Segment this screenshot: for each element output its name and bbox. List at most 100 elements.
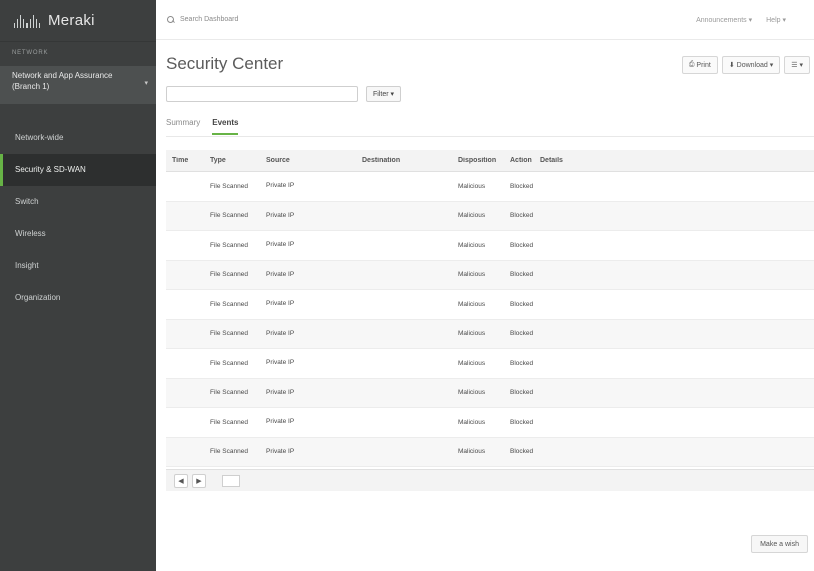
more-button[interactable]: ☰ ▾ bbox=[784, 56, 810, 74]
logo[interactable]: Meraki bbox=[0, 0, 156, 42]
event-source: Private IP bbox=[266, 241, 295, 249]
sidebar-item-security-sd-wan[interactable]: Security & SD-WAN bbox=[0, 154, 156, 186]
rows-per-page-select[interactable] bbox=[222, 474, 240, 487]
announcements-menu[interactable]: Announcements ▾ bbox=[696, 16, 752, 24]
menu-icon: ☰ bbox=[791, 62, 798, 69]
event-action: Blocked bbox=[510, 418, 534, 426]
column-header-source[interactable]: Source bbox=[260, 157, 356, 165]
chevron-right-icon: ▶ bbox=[196, 477, 202, 485]
network-name: Network and App Assurance (Branch 1) bbox=[12, 71, 113, 91]
column-header-action[interactable]: Action bbox=[504, 157, 534, 164]
event-disposition: Malicious bbox=[458, 418, 486, 426]
event-disposition: Malicious bbox=[458, 359, 486, 367]
sidebar-item-switch[interactable]: Switch bbox=[0, 186, 156, 218]
event-source: Private IP bbox=[266, 270, 295, 278]
tabs: Summary Events bbox=[166, 118, 239, 135]
event-action: Blocked bbox=[510, 241, 534, 249]
event-source: Private IP bbox=[266, 329, 295, 337]
next-page-button[interactable]: ▶ bbox=[192, 473, 206, 488]
events-search-input[interactable] bbox=[166, 86, 358, 102]
event-source: Private IP bbox=[266, 447, 295, 455]
event-type: File Scanned bbox=[210, 389, 248, 397]
table-header: Time Type Source Destination Disposition… bbox=[166, 150, 814, 172]
event-disposition: Malicious bbox=[458, 271, 486, 279]
tabs-divider bbox=[166, 136, 814, 137]
rows-per-page bbox=[222, 474, 244, 487]
table-row[interactable]: File Scanned Private IP Malicious Blocked bbox=[166, 408, 814, 438]
network-section-label: NETWORK bbox=[12, 50, 49, 56]
column-header-disposition[interactable]: Disposition bbox=[452, 157, 504, 164]
event-source: Private IP bbox=[266, 211, 295, 219]
download-button[interactable]: ⬇ Download ▾ bbox=[721, 56, 781, 74]
event-source: Private IP bbox=[266, 359, 295, 367]
event-source: Private IP bbox=[266, 388, 295, 396]
sidebar-item-organization[interactable]: Organization bbox=[0, 282, 156, 314]
chevron-down-icon: ▾ bbox=[144, 80, 148, 87]
event-type: File Scanned bbox=[210, 448, 248, 456]
download-icon: ⬇ bbox=[728, 62, 737, 69]
table-row[interactable]: File Scanned Private IP Malicious Blocked bbox=[166, 172, 814, 202]
pagination: ◀ ▶ bbox=[166, 469, 814, 491]
event-action: Blocked bbox=[510, 212, 534, 220]
event-disposition: Malicious bbox=[458, 300, 486, 308]
event-source: Private IP bbox=[266, 182, 295, 190]
search-dashboard-link[interactable]: Search Dashboard bbox=[180, 16, 238, 23]
event-type: File Scanned bbox=[210, 182, 248, 190]
help-menu[interactable]: Help ▾ bbox=[766, 16, 786, 24]
table-row[interactable]: File Scanned Private IP Malicious Blocked bbox=[166, 290, 814, 320]
page-title: Security Center bbox=[166, 54, 284, 73]
event-type: File Scanned bbox=[210, 212, 248, 220]
sidebar-item-wireless[interactable]: Wireless bbox=[0, 218, 156, 250]
event-source: Private IP bbox=[266, 300, 295, 308]
event-action: Blocked bbox=[510, 330, 534, 338]
event-type: File Scanned bbox=[210, 359, 248, 367]
sidebar-item-network-wide[interactable]: Network-wide bbox=[0, 122, 156, 154]
make-a-wish-button[interactable]: Make a wish bbox=[751, 535, 808, 553]
event-action: Blocked bbox=[510, 182, 534, 190]
sidebar-nav: Network-wide Security & SD-WAN Switch Wi… bbox=[0, 122, 156, 314]
table-row[interactable]: File Scanned Private IP Malicious Blocked bbox=[166, 319, 814, 349]
event-action: Blocked bbox=[510, 271, 534, 279]
main-content: Security Center ⎙ Print ⬇ Download ▾ ☰ ▾… bbox=[156, 40, 814, 571]
page-actions: ⎙ Print ⬇ Download ▾ ☰ ▾ bbox=[681, 56, 810, 74]
column-header-type[interactable]: Type bbox=[204, 157, 260, 164]
chevron-left-icon: ◀ bbox=[178, 477, 184, 485]
cisco-logo-icon bbox=[14, 14, 40, 28]
print-button[interactable]: ⎙ Print bbox=[681, 56, 718, 74]
tab-summary[interactable]: Summary bbox=[166, 118, 200, 135]
column-header-time[interactable]: Time bbox=[166, 157, 204, 165]
table-row[interactable]: File Scanned Private IP Malicious Blocked bbox=[166, 201, 814, 231]
event-action: Blocked bbox=[510, 448, 534, 456]
event-source: Private IP bbox=[266, 418, 295, 426]
brand-name: Meraki bbox=[48, 12, 95, 29]
prev-page-button[interactable]: ◀ bbox=[174, 473, 188, 488]
event-action: Blocked bbox=[510, 389, 534, 397]
event-disposition: Malicious bbox=[458, 212, 486, 220]
event-disposition: Malicious bbox=[458, 241, 486, 249]
event-disposition: Malicious bbox=[458, 389, 486, 397]
table-row[interactable]: File Scanned Private IP Malicious Blocked bbox=[166, 260, 814, 290]
network-selector[interactable]: Network and App Assurance (Branch 1) ▾ bbox=[0, 66, 156, 104]
event-type: File Scanned bbox=[210, 271, 248, 279]
event-type: File Scanned bbox=[210, 330, 248, 338]
event-disposition: Malicious bbox=[458, 182, 486, 190]
table-row[interactable]: File Scanned Private IP Malicious Blocked bbox=[166, 349, 814, 379]
search-icon[interactable] bbox=[166, 15, 176, 25]
topbar: Search Dashboard Announcements ▾ Help ▾ bbox=[156, 0, 814, 40]
event-disposition: Malicious bbox=[458, 330, 486, 338]
printer-icon: ⎙ bbox=[688, 61, 697, 68]
event-action: Blocked bbox=[510, 359, 534, 367]
column-header-details[interactable]: Details bbox=[534, 157, 814, 164]
filter-button[interactable]: Filter ▾ bbox=[366, 86, 402, 102]
event-disposition: Malicious bbox=[458, 448, 486, 456]
column-header-destination[interactable]: Destination bbox=[356, 157, 452, 165]
sidebar: Meraki NETWORK Network and App Assurance… bbox=[0, 0, 156, 571]
event-type: File Scanned bbox=[210, 241, 248, 249]
event-type: File Scanned bbox=[210, 300, 248, 308]
sidebar-item-insight[interactable]: Insight bbox=[0, 250, 156, 282]
tab-events[interactable]: Events bbox=[212, 118, 239, 135]
table-row[interactable]: File Scanned Private IP Malicious Blocked bbox=[166, 437, 814, 467]
table-row[interactable]: File Scanned Private IP Malicious Blocked bbox=[166, 231, 814, 261]
events-table: Time Type Source Destination Disposition… bbox=[166, 150, 814, 467]
table-row[interactable]: File Scanned Private IP Malicious Blocked bbox=[166, 378, 814, 408]
